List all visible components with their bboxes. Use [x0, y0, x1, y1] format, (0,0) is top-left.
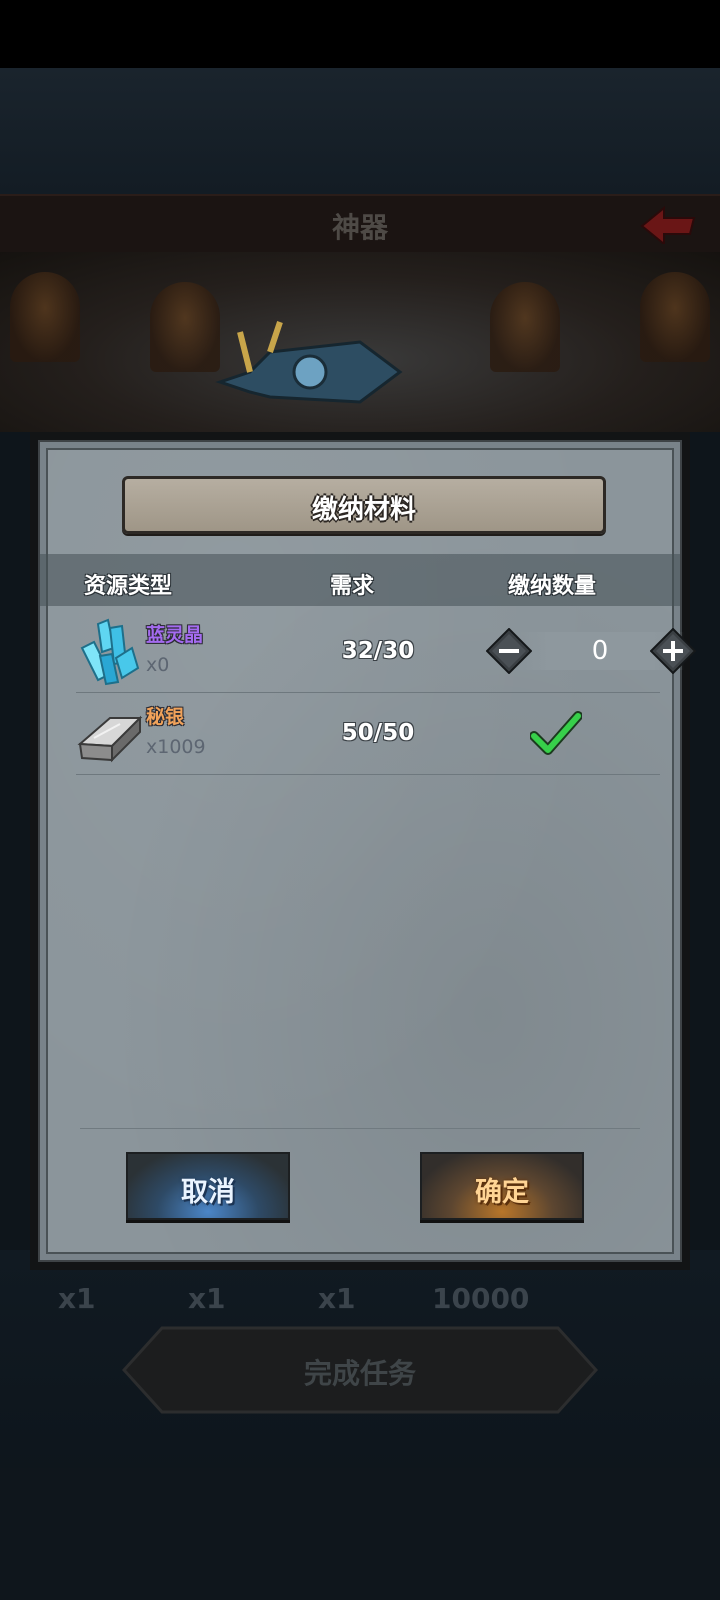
lamp-decoration: [490, 282, 560, 372]
column-header-type: 资源类型: [84, 574, 173, 599]
material-requirement: 50/50: [341, 720, 415, 746]
row-divider: [76, 774, 660, 775]
material-name: 秘银: [146, 706, 185, 728]
reward-count: x1: [188, 1282, 226, 1315]
material-name: 蓝灵晶: [146, 624, 204, 646]
lamp-decoration: [640, 272, 710, 362]
silver-ingot-icon: [77, 715, 143, 763]
reward-count: x1: [318, 1282, 356, 1315]
minus-icon: [499, 649, 519, 653]
artifact-weapon-icon: [215, 321, 403, 404]
submit-materials-dialog: 缴纳材料 资源类型 需求 缴纳数量 蓝灵晶 x0 32/30 0 秘银 x100…: [30, 432, 696, 1270]
complete-task-label: 完成任务: [303, 1357, 416, 1390]
increase-button[interactable]: [650, 628, 696, 674]
decrease-button[interactable]: [486, 628, 532, 674]
material-row: 秘银 x1009 50/50: [76, 692, 660, 774]
dialog-panel: 缴纳材料 资源类型 需求 缴纳数量 蓝灵晶 x0 32/30 0 秘银 x100…: [38, 440, 696, 1262]
confirm-label: 确定: [475, 1177, 529, 1208]
confirm-button[interactable]: 确定: [420, 1152, 584, 1220]
footer-divider: [80, 1128, 640, 1129]
background-top: [0, 68, 720, 194]
dialog-title: 缴纳材料: [311, 495, 416, 525]
screen-title: 神器: [331, 211, 388, 244]
status-bar: [0, 0, 720, 68]
blue-crystal-icon: [80, 618, 140, 686]
material-owned-count: x0: [146, 654, 170, 676]
checkmark-icon: [530, 711, 582, 755]
back-arrow-icon[interactable]: [638, 204, 698, 244]
dialog-title-banner: 缴纳材料: [122, 476, 606, 534]
column-header-submit-quantity: 缴纳数量: [508, 574, 597, 599]
material-requirement: 32/30: [341, 638, 415, 664]
background-band: [0, 1468, 720, 1600]
material-row: 蓝灵晶 x0 32/30 0: [76, 610, 696, 692]
reward-count: 10000: [432, 1282, 530, 1315]
cancel-button[interactable]: 取消: [126, 1152, 290, 1220]
screen-title-bar: 神器: [0, 194, 720, 256]
background-scene: [0, 252, 720, 432]
lamp-decoration: [10, 272, 80, 362]
reward-count: x1: [58, 1282, 96, 1315]
cancel-label: 取消: [181, 1177, 235, 1208]
column-header-requirement: 需求: [330, 574, 375, 599]
material-owned-count: x1009: [146, 736, 206, 758]
